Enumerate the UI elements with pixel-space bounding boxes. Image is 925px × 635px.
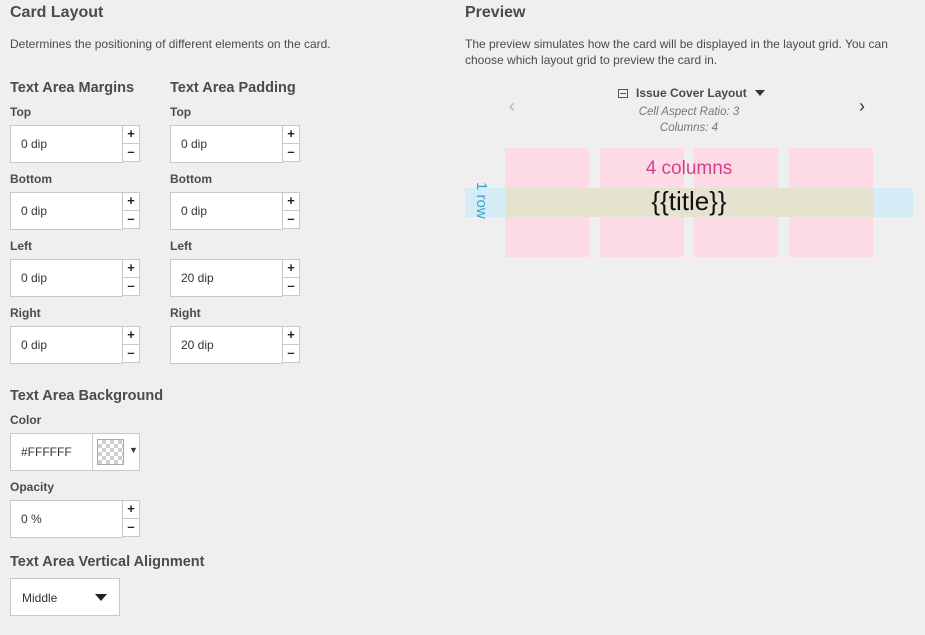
padding-left-label: Left (170, 239, 192, 253)
margin-top-decrement-button[interactable]: – (122, 143, 140, 162)
transparent-swatch-icon (97, 439, 124, 465)
margin-bottom-label: Bottom (10, 172, 52, 186)
chevron-down-icon (754, 90, 765, 96)
padding-bottom-decrement-button[interactable]: – (282, 210, 300, 229)
opacity-decrement-button[interactable]: – (122, 518, 140, 537)
margin-top-input[interactable]: 0 dip (10, 125, 123, 163)
columns-label: 4 columns (645, 158, 733, 179)
margin-top-label: Top (10, 105, 32, 119)
padding-top-label: Top (170, 105, 192, 119)
vertical-alignment-select[interactable]: Middle (10, 578, 120, 616)
margin-left-label: Left (10, 239, 32, 253)
padding-left-stepper: 20 dip + – (170, 259, 300, 297)
preview-title: Preview (465, 4, 526, 21)
margin-right-input[interactable]: 0 dip (10, 326, 123, 364)
color-label: Color (10, 413, 42, 427)
padding-top-decrement-button[interactable]: – (282, 143, 300, 162)
background-title: Text Area Background (10, 388, 164, 404)
padding-left-increment-button[interactable]: + (282, 259, 300, 278)
padding-right-decrement-button[interactable]: – (282, 344, 300, 363)
padding-right-stepper: 20 dip + – (170, 326, 300, 364)
margin-top-increment-button[interactable]: + (122, 125, 140, 144)
padding-right-input[interactable]: 20 dip (170, 326, 283, 364)
margin-right-decrement-button[interactable]: – (122, 344, 140, 363)
preview-area: Issue Cover Layout Cell Aspect Ratio: 3 … (465, 80, 925, 270)
next-layout-arrow-icon[interactable]: › (859, 96, 865, 117)
padding-title: Text Area Padding (170, 80, 296, 96)
preview-description: The preview simulates how the card will … (465, 37, 888, 67)
padding-left-input[interactable]: 20 dip (170, 259, 283, 297)
margin-left-increment-button[interactable]: + (122, 259, 140, 278)
padding-top-input[interactable]: 0 dip (170, 125, 283, 163)
padding-right-label: Right (170, 306, 201, 320)
color-picker: #FFFFFF ▼ (10, 433, 140, 471)
padding-top-increment-button[interactable]: + (282, 125, 300, 144)
padding-top-stepper: 0 dip + – (170, 125, 300, 163)
alignment-title: Text Area Vertical Alignment (10, 554, 205, 570)
layout-grid-selector[interactable]: Issue Cover Layout (618, 85, 765, 101)
margin-right-stepper: 0 dip + – (10, 326, 140, 364)
opacity-label: Opacity (10, 480, 55, 494)
card-layout-description: Determines the positioning of different … (10, 37, 331, 51)
margin-right-increment-button[interactable]: + (122, 326, 140, 345)
grid-layout-icon (618, 88, 628, 98)
margin-left-decrement-button[interactable]: – (122, 277, 140, 296)
card-layout-title: Card Layout (10, 4, 104, 21)
margin-left-input[interactable]: 0 dip (10, 259, 123, 297)
margin-bottom-stepper: 0 dip + – (10, 192, 140, 230)
margin-bottom-decrement-button[interactable]: – (122, 210, 140, 229)
previous-layout-arrow-icon[interactable]: ‹ (509, 96, 515, 117)
margin-left-stepper: 0 dip + – (10, 259, 140, 297)
padding-bottom-increment-button[interactable]: + (282, 192, 300, 211)
chevron-down-icon (95, 594, 107, 601)
margin-top-stepper: 0 dip + – (10, 125, 140, 163)
margin-bottom-input[interactable]: 0 dip (10, 192, 123, 230)
padding-bottom-label: Bottom (170, 172, 212, 186)
padding-left-decrement-button[interactable]: – (282, 277, 300, 296)
vertical-alignment-value: Middle (22, 591, 58, 605)
rows-label: 1 row (473, 182, 490, 219)
card-title-placeholder: {{title}} (651, 186, 727, 216)
padding-right-increment-button[interactable]: + (282, 326, 300, 345)
layout-grid-name: Issue Cover Layout (636, 86, 747, 100)
cell-aspect-ratio: Cell Aspect Ratio: 3 (638, 106, 740, 118)
padding-bottom-stepper: 0 dip + – (170, 192, 300, 230)
margin-right-label: Right (10, 306, 41, 320)
margin-bottom-increment-button[interactable]: + (122, 192, 140, 211)
color-hex-input[interactable]: #FFFFFF (10, 433, 93, 471)
margins-title: Text Area Margins (10, 80, 135, 96)
padding-bottom-input[interactable]: 0 dip (170, 192, 283, 230)
opacity-increment-button[interactable]: + (122, 500, 140, 519)
columns-count: Columns: 4 (659, 122, 719, 134)
opacity-input[interactable]: 0 % (10, 500, 123, 538)
swatch-dropdown-icon: ▼ (129, 445, 138, 455)
opacity-stepper: 0 % + – (10, 500, 140, 538)
color-swatch-button[interactable]: ▼ (92, 433, 140, 471)
